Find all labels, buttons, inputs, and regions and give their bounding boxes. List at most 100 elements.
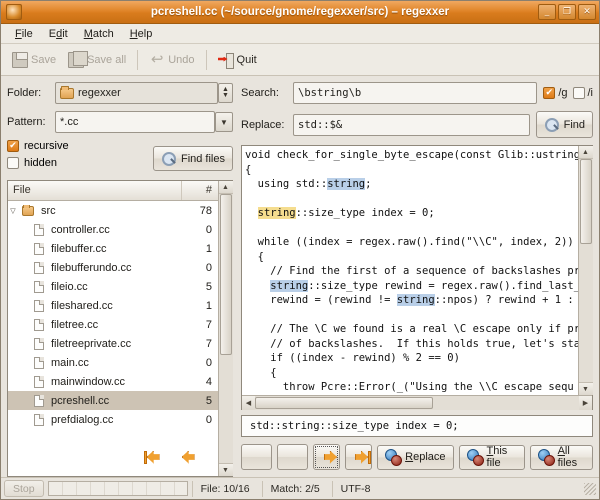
option-ignorecase[interactable]: /i (572, 87, 593, 99)
window-title: pcreshell.cc (~/source/gnome/regexxer/sr… (150, 6, 450, 18)
left-panel: Folder: regexxer ▲ ▼ Pattern: *.cc ▼ ✔ r… (7, 82, 233, 477)
file-list-column: File # ▽ src 78 controller.cc 0 filebuffer.cc… (8, 181, 218, 476)
scroll-track-horizontal[interactable] (255, 395, 579, 410)
pattern-input[interactable]: *.cc (55, 111, 215, 133)
menu-file[interactable]: File (7, 26, 41, 42)
expander-icon[interactable]: ▽ (8, 207, 18, 215)
next-match-button[interactable] (313, 444, 341, 470)
editor-hscrollbar[interactable]: ◀ ▶ (242, 395, 592, 410)
search-input[interactable]: \bstring\b (293, 82, 538, 104)
previous-match-button[interactable] (181, 444, 309, 470)
file-name-label: filetree.cc (51, 318, 99, 331)
menu-match[interactable]: Match (76, 26, 122, 42)
stop-button[interactable]: Stop (4, 480, 44, 497)
encoding-label: UTF-8 (331, 480, 379, 497)
file-name-cell: fileio.cc (8, 280, 182, 293)
scroll-down-icon[interactable]: ▼ (578, 382, 593, 395)
replace-input[interactable]: std::$& (293, 113, 530, 136)
code-text-segment (245, 207, 258, 219)
file-list[interactable]: File # ▽ src 78 controller.cc 0 filebuffer.cc… (7, 180, 233, 477)
checkbox-unchecked-icon (572, 87, 585, 99)
file-list-row[interactable]: filetree.cc 7 (8, 315, 218, 334)
editor-vscrollbar[interactable]: ▲ ▼ (578, 146, 593, 395)
scroll-up-icon[interactable]: ▲ (578, 146, 593, 159)
search-row: Search: \bstring\b /g /i (241, 82, 593, 104)
file-list-row[interactable]: fileio.cc 5 (8, 277, 218, 296)
pattern-dropdown-button[interactable]: ▼ (215, 112, 233, 132)
replace-button[interactable]: Replace (377, 444, 454, 470)
scroll-thumb-horizontal[interactable] (255, 396, 434, 409)
option-global[interactable]: /g (543, 87, 568, 99)
column-header-file[interactable]: File (8, 181, 182, 200)
file-name-label: filebufferundo.cc (51, 261, 132, 274)
scroll-up-icon[interactable]: ▲ (218, 181, 233, 194)
file-list-scrollbar[interactable]: ▲ ▼ (218, 181, 233, 476)
menu-help[interactable]: Help (122, 26, 161, 42)
column-header-count[interactable]: # (182, 181, 218, 200)
replace-icon (385, 449, 403, 466)
file-list-row[interactable]: mainwindow.cc 4 (8, 372, 218, 391)
recursive-checkbox[interactable]: recursive (7, 140, 153, 152)
file-list-row[interactable]: filetreeprivate.cc 7 (8, 334, 218, 353)
scroll-left-icon[interactable]: ◀ (242, 395, 255, 410)
scroll-thumb[interactable] (579, 159, 592, 244)
scroll-down-icon[interactable]: ▼ (218, 463, 233, 476)
scroll-right-icon[interactable]: ▶ (579, 395, 592, 410)
undo-button[interactable]: ↩ Undo (143, 47, 200, 73)
menu-edit[interactable]: Edit (41, 26, 76, 42)
file-list-row[interactable]: controller.cc 0 (8, 220, 218, 239)
menu-file-label-rest: ile (21, 27, 33, 40)
all-files-button[interactable]: All files (529, 444, 593, 470)
application-window: pcreshell.cc (~/source/gnome/regexxer/sr… (0, 0, 600, 500)
quit-button[interactable]: Quit (212, 47, 263, 73)
app-icon (6, 4, 22, 20)
arrow-right-icon (314, 450, 339, 464)
file-name-cell: filetreeprivate.cc (8, 337, 182, 350)
match-count-cell: 0 (205, 356, 212, 369)
maximize-button[interactable]: ❐ (558, 4, 576, 20)
chevron-down-icon: ▼ (220, 117, 228, 127)
minimize-button[interactable]: _ (538, 4, 556, 20)
folder-icon (60, 85, 74, 99)
close-button[interactable]: ✕ (578, 4, 596, 20)
folder-spinner[interactable]: ▲ ▼ (218, 83, 233, 103)
scroll-track[interactable] (578, 159, 593, 382)
file-list-row[interactable]: pcreshell.cc 5 (8, 391, 218, 410)
document-icon (34, 318, 44, 331)
document-icon (34, 261, 44, 274)
save-all-button[interactable]: Save all (62, 47, 132, 73)
scroll-track[interactable] (218, 194, 233, 463)
find-files-button[interactable]: Find files (152, 146, 233, 171)
scroll-thumb[interactable] (219, 194, 232, 356)
code-text-segment: while ((index = regex.raw().find("\\C", … (245, 236, 574, 248)
right-panel: Search: \bstring\b /g /i Replace: (143, 82, 593, 477)
document-icon (34, 223, 44, 236)
replace-row: Replace: std::$& Find (241, 111, 593, 138)
file-list-row[interactable]: ▽ src 78 (8, 201, 218, 220)
find-button[interactable]: Find (535, 111, 593, 138)
code-editor[interactable]: void check_for_single_byte_escape(const … (241, 145, 593, 410)
resize-grip[interactable] (584, 482, 596, 495)
file-list-row[interactable]: filebufferundo.cc 0 (8, 258, 218, 277)
code-text[interactable]: void check_for_single_byte_escape(const … (242, 146, 578, 395)
last-match-button[interactable] (345, 444, 373, 470)
main-body: Folder: regexxer ▲ ▼ Pattern: *.cc ▼ ✔ r… (1, 76, 599, 477)
maximize-icon: ❐ (562, 6, 572, 17)
folder-combo[interactable]: regexxer (55, 82, 218, 104)
file-list-row[interactable]: fileshared.cc 1 (8, 296, 218, 315)
file-list-row[interactable]: filebuffer.cc 1 (8, 239, 218, 258)
match-count-cell: 0 (205, 413, 212, 426)
code-highlight-segment: string (327, 178, 366, 190)
this-file-button[interactable]: This file (458, 444, 525, 470)
file-list-row[interactable]: prefdialog.cc 0 (8, 410, 218, 429)
search-label: Search: (241, 87, 279, 99)
save-button[interactable]: Save (6, 47, 62, 73)
file-name-cell: filetree.cc (8, 318, 182, 331)
file-name-label: main.cc (51, 356, 89, 369)
file-list-row[interactable]: main.cc 0 (8, 353, 218, 372)
code-line: // Find the first of a sequence of backs… (245, 264, 578, 279)
file-list-body: ▽ src 78 controller.cc 0 filebuffer.cc 1 filebu… (8, 201, 218, 476)
replace-label: Replace: (241, 118, 285, 131)
document-icon (34, 356, 44, 369)
hidden-checkbox[interactable]: hidden (7, 157, 153, 169)
